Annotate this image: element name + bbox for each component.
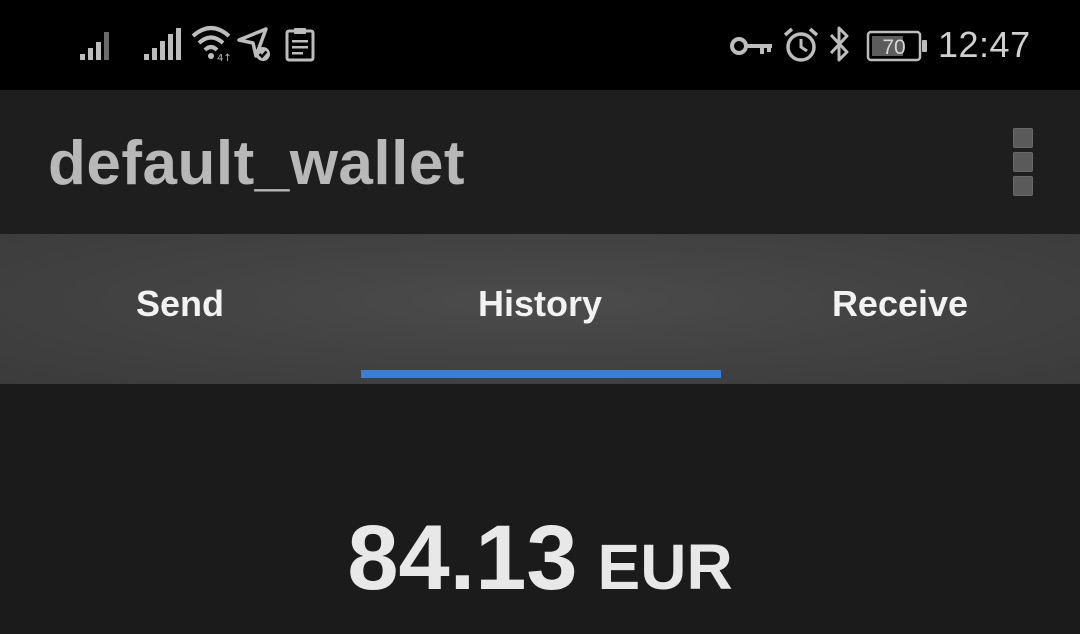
alarm-icon [783,27,819,62]
clipboard-icon [285,28,315,62]
tab-history-label: History [477,283,603,324]
tab-history[interactable]: History [360,234,720,384]
location-icon [237,27,270,61]
app-bar: default_wallet [0,90,1080,234]
signal-icon [144,28,181,60]
wifi-icon: 4↑ [191,26,232,62]
balance-amount: 84.13 [347,507,578,609]
menu-dot [1013,128,1033,148]
tab-send[interactable]: Send [0,234,360,384]
vpn-key-icon [730,37,772,55]
svg-text:4↑: 4↑ [217,53,232,62]
balance-display: 84.13 EUR [0,506,1080,611]
overflow-menu-icon[interactable] [1006,128,1040,198]
tab-send-label: Send [135,283,224,324]
battery-level: 70 [882,36,905,59]
bluetooth-icon [829,26,849,62]
menu-dot [1013,176,1033,196]
history-panel: 84.13 EUR [0,384,1080,634]
selected-tab-indicator [361,370,721,378]
balance-currency: EUR [597,531,733,603]
signal-icon [80,32,109,60]
menu-dot [1013,152,1033,172]
tab-bar: Send History Receive [0,234,1080,384]
wallet-title: default_wallet [48,129,465,198]
tab-receive-label: Receive [831,283,969,324]
battery-icon: 70 [866,30,927,62]
status-bar: 4↑ 70 12:47 [0,0,1080,90]
tab-receive[interactable]: Receive [720,234,1080,384]
status-clock: 12:47 [938,24,1031,65]
